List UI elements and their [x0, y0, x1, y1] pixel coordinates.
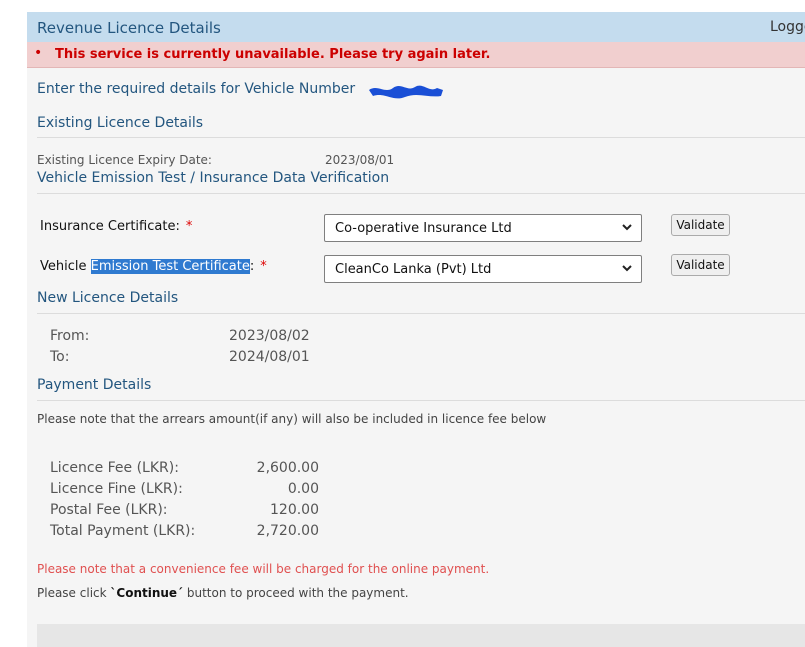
to-label: To:: [50, 349, 70, 365]
continue-keyword: `Continue´: [110, 586, 184, 600]
new-licence-heading: New Licence Details: [37, 290, 179, 306]
chevron-down-icon: [622, 265, 632, 272]
licence-fee-label: Licence Fee (LKR):: [50, 460, 179, 476]
arrears-note: Please note that the arrears amount(if a…: [37, 412, 547, 426]
page-frame: Revenue Licence Details Logge • This ser…: [27, 12, 805, 647]
insurance-company-select[interactable]: Co-operative Insurance Ltd: [324, 214, 642, 242]
payment-heading: Payment Details: [37, 377, 152, 393]
verification-heading: Vehicle Emission Test / Insurance Data V…: [37, 170, 390, 186]
continue-instruction: Please click `Continue´ button to procee…: [37, 586, 409, 600]
postal-fee-label: Postal Fee (LKR):: [50, 502, 168, 518]
error-banner: • This service is currently unavailable.…: [27, 42, 805, 68]
expiry-date-label: Existing Licence Expiry Date:: [37, 153, 212, 167]
expiry-date-value: 2023/08/01: [325, 153, 395, 167]
required-marker: *: [185, 219, 193, 234]
divider: [37, 193, 805, 194]
error-bullet: •: [34, 45, 43, 61]
action-panel: [37, 624, 805, 647]
licence-fee-value: 2,600.00: [256, 460, 319, 476]
chevron-down-icon: [622, 224, 632, 231]
convenience-fee-note: Please note that a convenience fee will …: [37, 562, 490, 576]
emission-test-select[interactable]: CleanCo Lanka (Pvt) Ltd: [324, 255, 642, 283]
postal-fee-value: 120.00: [270, 502, 319, 518]
emission-certificate-label: Vehicle Emission Test Certificate: *: [40, 259, 267, 274]
header-bar: Revenue Licence Details Logge: [27, 12, 805, 42]
vehicle-number-intro: Enter the required details for Vehicle N…: [37, 81, 356, 97]
from-value: 2023/08/02: [229, 328, 310, 344]
divider: [37, 400, 805, 401]
required-marker: *: [260, 259, 267, 274]
total-payment-value: 2,720.00: [256, 523, 319, 539]
existing-licence-heading: Existing Licence Details: [37, 115, 204, 131]
redacted-vehicle-number: [369, 85, 443, 99]
insurance-certificate-label: Insurance Certificate: *: [40, 219, 193, 234]
divider: [37, 137, 805, 138]
logged-in-link[interactable]: Logge: [770, 19, 805, 35]
validate-insurance-button[interactable]: Validate: [671, 214, 730, 236]
page-title: Revenue Licence Details: [37, 19, 221, 37]
divider: [37, 313, 805, 314]
to-value: 2024/08/01: [229, 349, 310, 365]
from-label: From:: [50, 328, 90, 344]
insurance-company-value: Co-operative Insurance Ltd: [335, 221, 512, 236]
selected-text: Emission Test Certificate: [90, 259, 250, 274]
licence-fine-label: Licence Fine (LKR):: [50, 481, 183, 497]
total-payment-label: Total Payment (LKR):: [50, 523, 196, 539]
licence-fine-value: 0.00: [287, 481, 319, 497]
error-message: This service is currently unavailable. P…: [55, 47, 491, 62]
validate-emission-button[interactable]: Validate: [671, 254, 730, 276]
emission-test-value: CleanCo Lanka (Pvt) Ltd: [335, 262, 492, 277]
